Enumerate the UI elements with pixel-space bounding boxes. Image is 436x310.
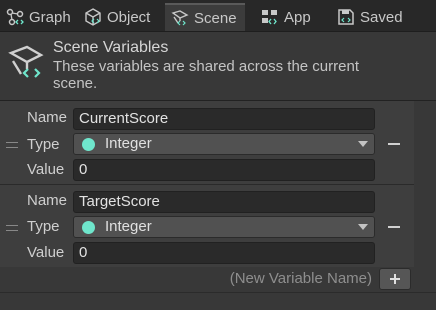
new-variable-name-input[interactable]: (New Variable Name)	[200, 270, 376, 287]
tab-bar: Graph Object Scene App Saved	[0, 0, 436, 32]
tab-label: App	[284, 8, 311, 26]
variable-name-field[interactable]: CurrentScore	[73, 108, 375, 130]
type-label: Type	[27, 218, 60, 235]
tab-app[interactable]: App	[257, 4, 327, 30]
variable-type-value: Integer	[105, 135, 152, 152]
tab-graph[interactable]: Graph	[4, 4, 76, 30]
variable-item: Name TargetScore Type Integer Value 0	[0, 185, 414, 268]
variable-value-field[interactable]: 0	[73, 242, 375, 264]
variable-list: Name CurrentScore Type Integer Value 0 N…	[0, 101, 414, 267]
tab-label: Scene	[194, 9, 237, 27]
variable-item: Name CurrentScore Type Integer Value 0	[0, 101, 414, 185]
variable-type-dropdown[interactable]: Integer	[73, 133, 375, 155]
tab-label: Object	[107, 8, 151, 26]
variable-name-field[interactable]: TargetScore	[73, 191, 375, 213]
remove-variable-button[interactable]	[388, 226, 400, 228]
chevron-down-icon	[358, 224, 368, 230]
add-variable-row: (New Variable Name)	[0, 267, 436, 293]
panel-description: These variables are shared across the cu…	[53, 58, 359, 92]
scene-icon	[171, 9, 189, 27]
save-icon	[337, 8, 355, 26]
tab-saved[interactable]: Saved	[333, 4, 436, 30]
type-label: Type	[27, 136, 60, 153]
scrollbar[interactable]	[414, 101, 436, 267]
chevron-down-icon	[358, 141, 368, 147]
value-label: Value	[27, 244, 65, 261]
variable-type-dropdown[interactable]: Integer	[73, 216, 375, 238]
cube-icon	[84, 8, 102, 26]
name-label: Name	[27, 109, 68, 126]
tab-label: Saved	[360, 8, 403, 26]
tab-object[interactable]: Object	[82, 4, 160, 30]
panel-header: Scene Variables These variables are shar…	[0, 32, 436, 100]
scene-variables-icon	[8, 44, 46, 82]
tab-label: Graph	[29, 8, 71, 26]
name-label: Name	[27, 192, 68, 209]
drag-handle[interactable]	[6, 142, 18, 148]
variable-value-field[interactable]: 0	[73, 159, 375, 181]
app-icon	[261, 8, 279, 26]
add-variable-button[interactable]	[379, 268, 411, 290]
type-color-icon	[82, 138, 95, 151]
drag-handle[interactable]	[6, 225, 18, 231]
remove-variable-button[interactable]	[388, 143, 400, 145]
type-color-icon	[82, 221, 95, 234]
divider	[0, 292, 436, 293]
panel-title: Scene Variables	[53, 39, 169, 56]
variable-type-value: Integer	[105, 218, 152, 235]
graph-icon	[6, 8, 24, 26]
value-label: Value	[27, 161, 65, 178]
tab-scene[interactable]: Scene	[165, 3, 245, 31]
